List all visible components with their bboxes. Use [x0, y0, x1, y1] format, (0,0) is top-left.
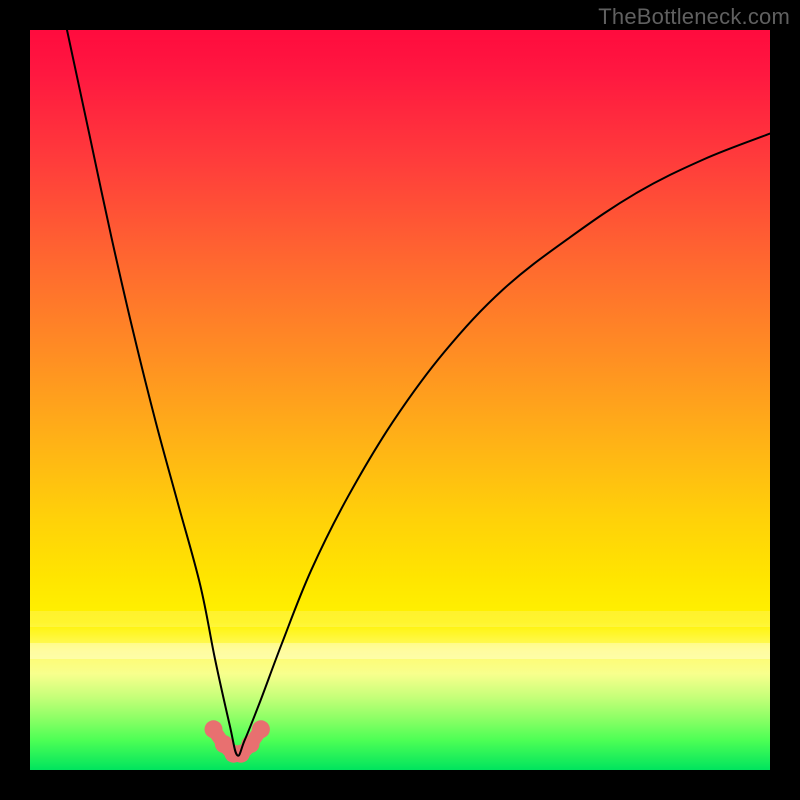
watermark-text: TheBottleneck.com — [598, 4, 790, 30]
curve-layer — [30, 30, 770, 770]
marker-dot — [252, 720, 270, 738]
plot-area — [30, 30, 770, 770]
bottleneck-curve — [67, 30, 770, 756]
marker-dot — [205, 720, 223, 738]
chart-frame: TheBottleneck.com — [0, 0, 800, 800]
